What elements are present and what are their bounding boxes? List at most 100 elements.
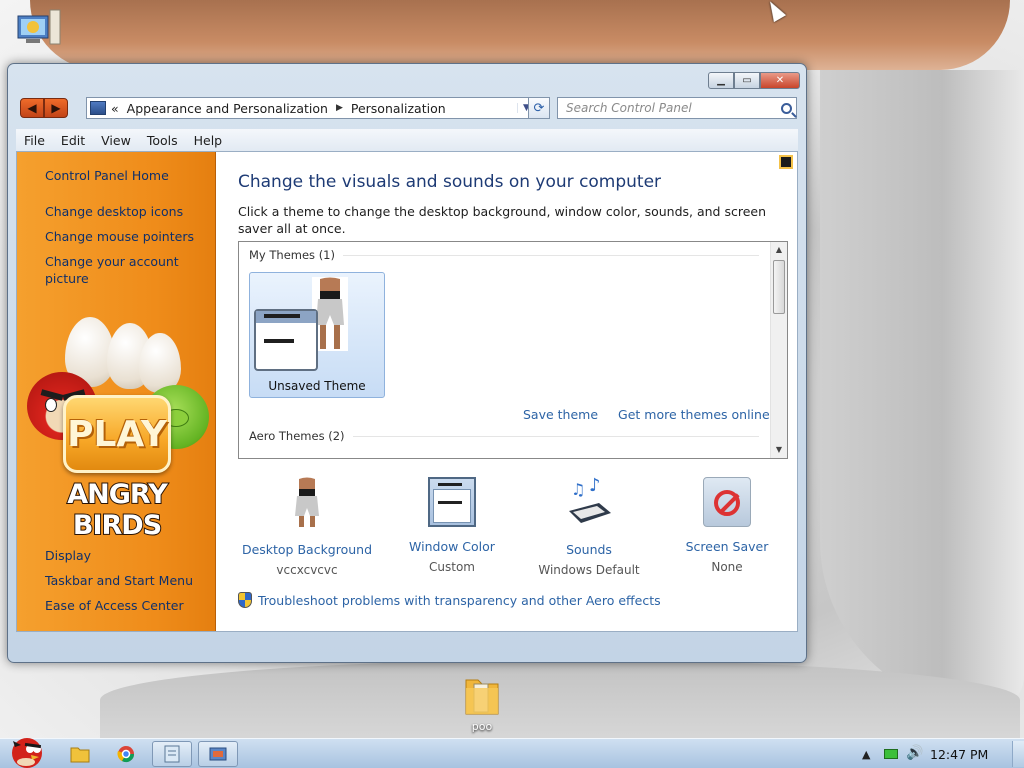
wallpaper-shade bbox=[100, 660, 1020, 740]
menu-bar: File Edit View Tools Help bbox=[16, 129, 798, 151]
desktop-background-icon bbox=[295, 477, 319, 527]
back-button[interactable]: ◀ bbox=[20, 98, 44, 118]
option-desktop-background[interactable]: Desktop Background vccxcvcvc bbox=[237, 477, 377, 577]
taskbar-clock[interactable]: 12:47 PM bbox=[930, 747, 988, 762]
address-bar[interactable]: « Appearance and Personalization ▶ Perso… bbox=[86, 97, 536, 119]
notepad-icon bbox=[164, 745, 180, 763]
troubleshoot-link[interactable]: Troubleshoot problems with transparency … bbox=[258, 593, 661, 608]
chrome-icon bbox=[117, 746, 135, 763]
breadcrumb-appearance[interactable]: Appearance and Personalization bbox=[127, 101, 328, 116]
troubleshoot-link-row: Troubleshoot problems with transparency … bbox=[238, 592, 661, 608]
tray-overflow-icon[interactable]: ▲ bbox=[862, 748, 870, 761]
taskbar: ▲ 🔊 12:47 PM bbox=[0, 738, 1024, 768]
theme-list-scrollbar[interactable]: ▲ ▼ bbox=[770, 242, 787, 458]
breadcrumb-separator-icon[interactable]: ▶ bbox=[336, 103, 343, 113]
option-window-color[interactable]: Window Color Custom bbox=[382, 477, 522, 574]
theme-list[interactable]: My Themes (1) Unsaved Theme Save theme G… bbox=[238, 241, 788, 459]
wallpaper-skin bbox=[30, 0, 1010, 70]
menu-view[interactable]: View bbox=[93, 133, 139, 148]
refresh-icon: ⟳ bbox=[533, 100, 545, 116]
scroll-down-icon[interactable]: ▼ bbox=[771, 442, 787, 458]
personalization-window: ▁ ▭ ✕ ◀ ▶ « Appearance and Personalizati… bbox=[7, 63, 807, 663]
wallpaper-shorts bbox=[820, 70, 1024, 710]
screen-saver-icon bbox=[703, 477, 751, 527]
option-value: vccxcvcvc bbox=[276, 563, 338, 577]
menu-help[interactable]: Help bbox=[186, 133, 231, 148]
page-title: Change the visuals and sounds on your co… bbox=[238, 172, 662, 192]
option-label[interactable]: Desktop Background bbox=[237, 542, 377, 557]
play-button[interactable]: PLAY bbox=[63, 395, 171, 473]
option-label[interactable]: Sounds bbox=[519, 542, 659, 557]
menu-file[interactable]: File bbox=[16, 133, 53, 148]
forward-arrow-icon: ▶ bbox=[51, 101, 61, 115]
back-arrow-icon: ◀ bbox=[27, 101, 37, 115]
desktop-icon-poo[interactable]: poo bbox=[462, 674, 502, 733]
volume-icon[interactable]: 🔊 bbox=[906, 745, 923, 761]
get-more-themes-link[interactable]: Get more themes online bbox=[618, 407, 770, 422]
menu-tools[interactable]: Tools bbox=[139, 133, 186, 148]
search-placeholder: Search Control Panel bbox=[566, 101, 692, 115]
close-button[interactable]: ✕ bbox=[760, 72, 800, 89]
help-icon[interactable] bbox=[779, 155, 793, 169]
angry-birds-ad[interactable]: PLAY ANGRY BIRDS bbox=[25, 317, 209, 542]
shield-icon bbox=[238, 592, 252, 608]
svg-text:♪: ♪ bbox=[589, 477, 601, 496]
show-desktop-button[interactable] bbox=[1012, 741, 1024, 767]
save-theme-link[interactable]: Save theme bbox=[523, 407, 598, 422]
sidebar-taskbar-start-menu[interactable]: Taskbar and Start Menu bbox=[45, 572, 193, 589]
egg-icon bbox=[139, 333, 181, 393]
menu-edit[interactable]: Edit bbox=[53, 133, 93, 148]
option-label[interactable]: Window Color bbox=[382, 539, 522, 554]
sidebar-change-account-picture[interactable]: Change your account picture bbox=[45, 253, 195, 287]
task-pane: Control Panel Home Change desktop icons … bbox=[17, 152, 216, 631]
theme-tile-label: Unsaved Theme bbox=[268, 379, 366, 393]
my-themes-header: My Themes (1) bbox=[249, 248, 335, 262]
sounds-icon: ♫ ♪ bbox=[569, 475, 611, 523]
aero-themes-header: Aero Themes (2) bbox=[249, 429, 345, 443]
desktop-icon-computer[interactable] bbox=[16, 8, 62, 50]
desktop-icon-label: poo bbox=[471, 720, 493, 733]
content-area: Control Panel Home Change desktop icons … bbox=[16, 151, 798, 632]
option-value: Windows Default bbox=[538, 563, 640, 577]
caption-buttons: ▁ ▭ ✕ bbox=[708, 72, 800, 89]
search-icon[interactable] bbox=[781, 102, 792, 114]
nav-buttons: ◀ ▶ bbox=[20, 98, 68, 118]
theme-links: Save theme Get more themes online bbox=[523, 407, 770, 422]
sidebar-control-panel-home[interactable]: Control Panel Home bbox=[45, 167, 169, 184]
refresh-button[interactable]: ⟳ bbox=[528, 97, 550, 119]
control-panel-icon bbox=[90, 101, 106, 115]
option-screen-saver[interactable]: Screen Saver None bbox=[657, 477, 797, 574]
taskbar-control-panel[interactable] bbox=[198, 741, 238, 767]
computer-icon bbox=[17, 9, 61, 45]
start-button[interactable] bbox=[2, 731, 48, 768]
scroll-up-icon[interactable]: ▲ bbox=[771, 242, 787, 258]
page-description: Click a theme to change the desktop back… bbox=[238, 204, 767, 236]
sidebar-change-mouse-pointers[interactable]: Change mouse pointers bbox=[45, 228, 194, 245]
folder-icon bbox=[465, 679, 499, 715]
scroll-thumb[interactable] bbox=[773, 260, 785, 314]
control-panel-icon bbox=[209, 747, 227, 761]
sidebar-change-desktop-icons[interactable]: Change desktop icons bbox=[45, 203, 183, 220]
taskbar-chrome[interactable] bbox=[106, 741, 146, 767]
angry-birds-logo: ANGRY BIRDS bbox=[66, 478, 169, 542]
folder-icon bbox=[70, 747, 90, 763]
group-my-themes: My Themes (1) bbox=[249, 248, 759, 262]
option-sounds[interactable]: ♫ ♪ Sounds Windows Default bbox=[519, 475, 659, 577]
angry-bird-start-icon bbox=[12, 738, 42, 768]
minimize-button[interactable]: ▁ bbox=[708, 72, 734, 89]
maximize-button[interactable]: ▭ bbox=[734, 72, 760, 89]
address-overflow[interactable]: « bbox=[111, 101, 119, 116]
search-input[interactable]: Search Control Panel bbox=[557, 97, 797, 119]
theme-tile-unsaved[interactable]: Unsaved Theme bbox=[249, 272, 385, 398]
sidebar-display[interactable]: Display bbox=[45, 547, 91, 564]
taskbar-notepad[interactable] bbox=[152, 741, 192, 767]
sidebar-ease-of-access[interactable]: Ease of Access Center bbox=[45, 597, 184, 614]
svg-text:♫: ♫ bbox=[571, 480, 585, 499]
window-color-icon bbox=[428, 477, 476, 527]
option-label[interactable]: Screen Saver bbox=[657, 539, 797, 554]
taskbar-explorer[interactable] bbox=[60, 741, 100, 767]
theme-window-preview bbox=[254, 309, 318, 371]
breadcrumb-personalization[interactable]: Personalization bbox=[351, 101, 446, 116]
forward-button[interactable]: ▶ bbox=[44, 98, 68, 118]
network-icon[interactable] bbox=[884, 749, 898, 759]
